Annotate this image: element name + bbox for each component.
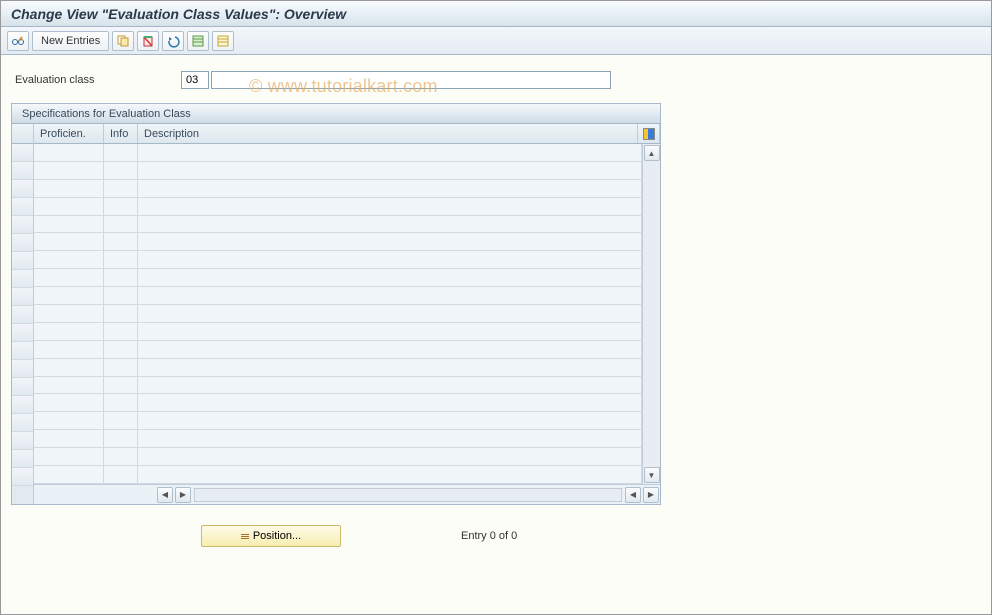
chevron-up-icon: ▲ — [648, 149, 656, 158]
content-area: © www.tutorialkart.com Evaluation class … — [1, 55, 991, 614]
toolbar: New Entries — [1, 27, 991, 55]
delete-button[interactable] — [137, 31, 159, 51]
row-selector[interactable] — [12, 252, 33, 270]
panel-title: Specifications for Evaluation Class — [12, 104, 660, 124]
list-icon — [241, 534, 249, 539]
row-selector[interactable] — [12, 432, 33, 450]
deselect-all-icon — [216, 34, 230, 48]
row-selector[interactable] — [12, 216, 33, 234]
table-row[interactable] — [34, 448, 642, 466]
table-row[interactable] — [34, 430, 642, 448]
app-window: Change View "Evaluation Class Values": O… — [0, 0, 992, 615]
row-selector[interactable] — [12, 270, 33, 288]
table-row[interactable] — [34, 305, 642, 323]
scroll-up-button[interactable]: ▲ — [644, 145, 660, 161]
row-selector[interactable] — [12, 360, 33, 378]
table-row[interactable] — [34, 269, 642, 287]
row-selector[interactable] — [12, 144, 33, 162]
evaluation-class-text-input[interactable] — [211, 71, 611, 89]
col-header-proficien[interactable]: Proficien. — [34, 124, 104, 143]
table-row[interactable] — [34, 287, 642, 305]
scroll-left-end-button[interactable]: ◀ — [625, 487, 641, 503]
horizontal-scrollbar-row: ◀ ▶ ◀ ▶ — [34, 484, 660, 504]
row-selector[interactable] — [12, 450, 33, 468]
table-row[interactable] — [34, 341, 642, 359]
evaluation-class-code-input[interactable] — [181, 71, 209, 89]
row-selector[interactable] — [12, 162, 33, 180]
delete-icon — [141, 34, 155, 48]
col-header-info[interactable]: Info — [104, 124, 138, 143]
rows-inner — [34, 144, 642, 484]
page-title-bar: Change View "Evaluation Class Values": O… — [1, 1, 991, 27]
table-row[interactable] — [34, 466, 642, 484]
scroll-left-button[interactable]: ◀ — [157, 487, 173, 503]
glasses-icon — [11, 34, 25, 48]
grid-main: Proficien. Info Description — [34, 124, 660, 504]
table-settings-icon — [643, 128, 655, 140]
row-selector[interactable] — [12, 288, 33, 306]
table-row[interactable] — [34, 144, 642, 162]
entry-status-text: Entry 0 of 0 — [461, 530, 517, 542]
row-selector[interactable] — [12, 180, 33, 198]
footer-row: Position... Entry 0 of 0 — [11, 525, 981, 547]
row-selector[interactable] — [12, 396, 33, 414]
row-selector[interactable] — [12, 198, 33, 216]
row-selector[interactable] — [12, 324, 33, 342]
table-row[interactable] — [34, 394, 642, 412]
table-row[interactable] — [34, 251, 642, 269]
scroll-right-inner-button[interactable]: ▶ — [175, 487, 191, 503]
chevron-left-icon: ◀ — [630, 490, 636, 499]
new-entries-button[interactable]: New Entries — [32, 31, 109, 51]
table-row[interactable] — [34, 323, 642, 341]
page-title: Change View "Evaluation Class Values": O… — [11, 6, 346, 22]
col-header-description[interactable]: Description — [138, 124, 638, 143]
table-config-button[interactable] — [638, 124, 660, 143]
evaluation-class-row: Evaluation class — [11, 71, 981, 89]
table-row[interactable] — [34, 180, 642, 198]
chevron-right-icon: ▶ — [648, 490, 654, 499]
copy-icon — [116, 34, 130, 48]
table-row[interactable] — [34, 162, 642, 180]
new-entries-label: New Entries — [41, 35, 100, 47]
hscroll-track[interactable] — [194, 488, 622, 502]
toggle-view-button[interactable] — [7, 31, 29, 51]
row-selector[interactable] — [12, 306, 33, 324]
copy-button[interactable] — [112, 31, 134, 51]
select-all-button[interactable] — [187, 31, 209, 51]
row-selector[interactable] — [12, 234, 33, 252]
scroll-down-button[interactable]: ▼ — [644, 467, 660, 483]
vertical-scrollbar[interactable]: ▲ ▼ — [642, 144, 660, 484]
row-selector[interactable] — [12, 342, 33, 360]
table-row[interactable] — [34, 233, 642, 251]
table-row[interactable] — [34, 198, 642, 216]
grid-header-row: Proficien. Info Description — [34, 124, 660, 144]
row-selector[interactable] — [12, 378, 33, 396]
row-selector-column — [12, 124, 34, 504]
row-selector-header[interactable] — [12, 124, 33, 144]
position-label: Position... — [253, 530, 301, 542]
table-row[interactable] — [34, 412, 642, 430]
select-all-icon — [191, 34, 205, 48]
evaluation-class-label: Evaluation class — [11, 74, 181, 86]
undo-button[interactable] — [162, 31, 184, 51]
undo-icon — [166, 34, 180, 48]
table-row[interactable] — [34, 377, 642, 395]
table-row[interactable] — [34, 359, 642, 377]
scroll-right-button[interactable]: ▶ — [643, 487, 659, 503]
position-button[interactable]: Position... — [201, 525, 341, 547]
table-row[interactable] — [34, 216, 642, 234]
chevron-right-icon: ▶ — [180, 490, 186, 499]
specifications-panel: Specifications for Evaluation Class — [11, 103, 661, 505]
chevron-down-icon: ▼ — [648, 471, 656, 480]
panel-body: Proficien. Info Description — [12, 124, 660, 504]
grid-rows: ▲ ▼ — [34, 144, 660, 484]
row-selector[interactable] — [12, 414, 33, 432]
row-selector[interactable] — [12, 468, 33, 486]
chevron-left-icon: ◀ — [162, 490, 168, 499]
deselect-all-button[interactable] — [212, 31, 234, 51]
